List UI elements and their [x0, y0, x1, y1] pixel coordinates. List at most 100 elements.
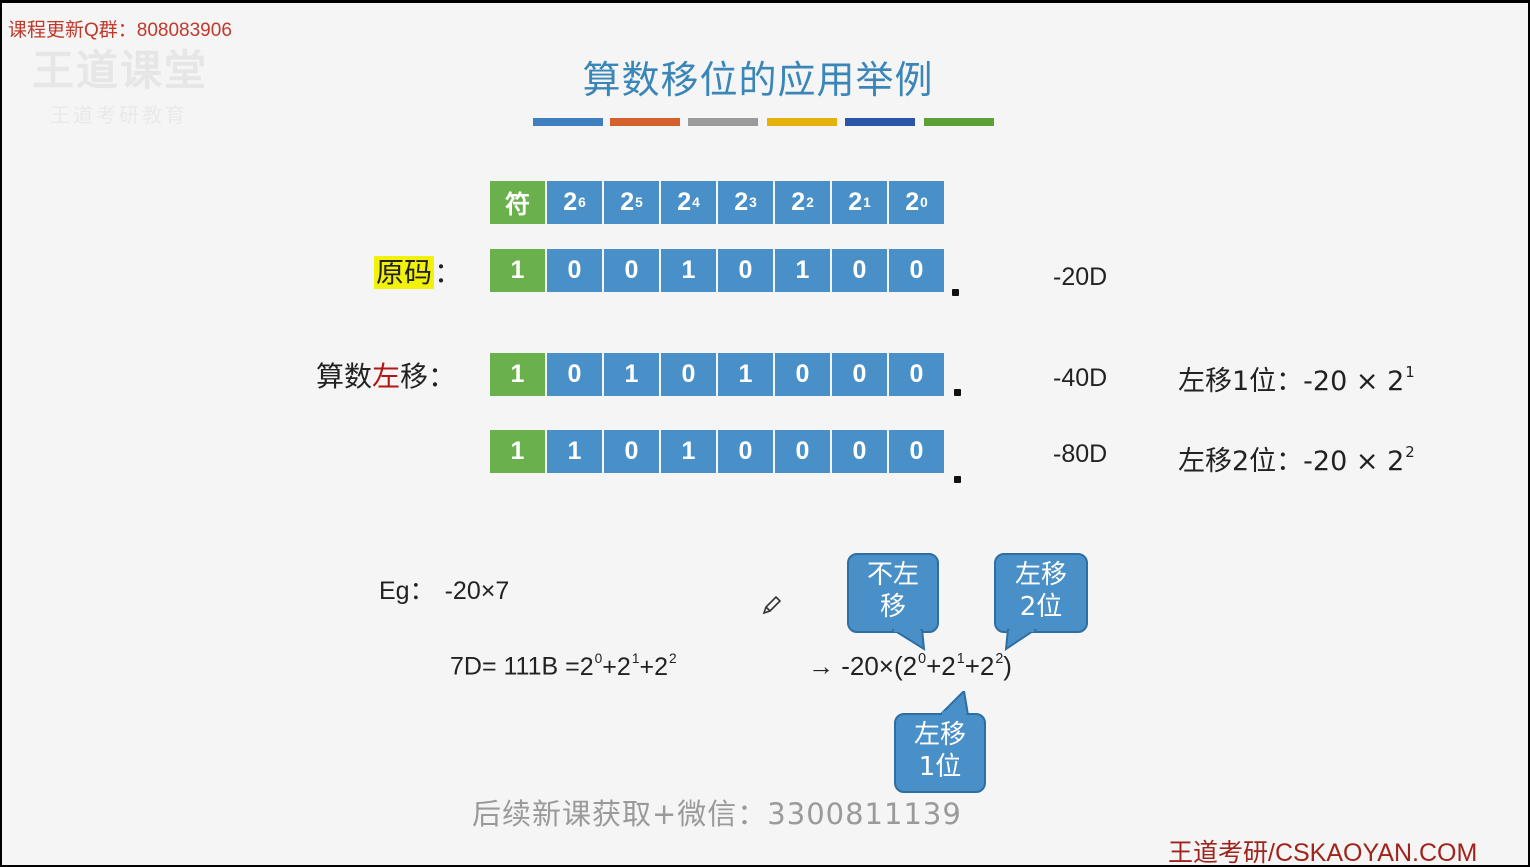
weight-header-cell: 24	[661, 181, 716, 224]
bit-cell: 0	[775, 353, 830, 396]
bit-cell: 0	[604, 249, 659, 292]
shift1-decimal: -40D	[1053, 364, 1108, 392]
shift2-bits-row: 11010000	[490, 430, 950, 473]
plus-sign: +	[926, 651, 942, 682]
power-exponent: 2	[668, 651, 677, 666]
bit-cell: 0	[718, 430, 773, 473]
power-exponent: 0	[918, 651, 927, 667]
row-dot	[952, 289, 959, 296]
close-paren: )	[1003, 651, 1012, 682]
bit-weight-header: 符26252423222120	[490, 181, 950, 224]
shift1-note-text: 左移1位：-20 × 2	[1178, 366, 1405, 397]
sign-bit-cell: 1	[490, 430, 545, 473]
slide-title: 算数移位的应用举例	[582, 58, 934, 102]
power-base: 2	[616, 652, 631, 681]
bit-cell: 1	[775, 249, 830, 292]
bit-cell: 0	[604, 430, 659, 473]
arith-left-shift-label: 算数左移：	[316, 355, 456, 395]
plus-sign: +	[964, 651, 980, 682]
bit-cell: 0	[547, 249, 602, 292]
wechat-watermark: 后续新课获取+微信：3300811139	[472, 797, 962, 831]
arrow-expression: → -20×(	[808, 651, 903, 682]
callout-shift1: 左移 1位	[894, 713, 986, 793]
color-bar	[845, 118, 915, 126]
callout-no-shift: 不左 移	[847, 553, 939, 633]
original-bits-row: 10010100	[490, 249, 950, 292]
expanded-terms: 20+21+22	[903, 651, 1004, 681]
original-decimal: -20D	[1053, 263, 1108, 291]
weight-header-cell: 23	[718, 181, 773, 224]
bit-cell: 0	[832, 249, 887, 292]
label-part-yi: 移：	[400, 360, 457, 393]
bit-cell: 0	[889, 430, 944, 473]
label-part-zuo: 左	[372, 360, 401, 393]
pencil-icon[interactable]	[760, 593, 784, 617]
callout-pointer	[938, 691, 970, 715]
sign-header-cell: 符	[490, 181, 545, 224]
weight-header-cell: 20	[889, 181, 944, 224]
eg-label: Eg：	[379, 577, 435, 605]
callout-line: 左移	[1014, 560, 1067, 590]
callout-shift2: 左移 2位	[994, 553, 1088, 633]
sign-bit-cell: 1	[490, 249, 545, 292]
eg-expression: -20×7	[444, 577, 510, 605]
bit-cell: 1	[718, 353, 773, 396]
power-exponent: 1	[956, 651, 965, 667]
decomp-lhs: 7D= 111B =	[450, 652, 580, 681]
shift2-note-exp: 2	[1405, 443, 1415, 462]
original-code-label: 原码：	[374, 251, 462, 291]
power-base: 2	[579, 652, 594, 681]
bit-cell: 1	[661, 430, 716, 473]
shift2-decimal: -80D	[1053, 440, 1108, 468]
sign-bit-cell: 1	[490, 353, 545, 396]
decomposition-formula: 7D= 111B =20+21+22	[450, 651, 677, 682]
original-code-highlight: 原码	[374, 256, 435, 289]
decomp-terms: 20+21+22	[579, 651, 677, 681]
bit-cell: 0	[832, 430, 887, 473]
shift1-bits-row: 10101000	[490, 353, 950, 396]
weight-header-cell: 25	[604, 181, 659, 224]
original-code-colon: ：	[434, 256, 463, 289]
power-base: 2	[941, 651, 956, 682]
bit-cell: 0	[775, 430, 830, 473]
color-bar	[610, 118, 680, 126]
bit-cell: 0	[547, 353, 602, 396]
color-bar	[688, 118, 758, 126]
label-part-suanshu: 算数	[316, 360, 373, 393]
bit-cell: 0	[832, 353, 887, 396]
plus-sign: +	[602, 652, 617, 681]
row-dot	[954, 389, 961, 396]
weight-header-cell: 22	[775, 181, 830, 224]
plus-sign: +	[639, 652, 655, 681]
color-bar	[924, 118, 994, 126]
brand-footer: 王道考研/CSKAOYAN.COM	[1168, 839, 1478, 865]
callout-pointer	[1004, 629, 1038, 652]
callout-line: 2位	[1019, 592, 1063, 622]
bit-cell: 1	[604, 353, 659, 396]
bit-cell: 1	[547, 430, 602, 473]
shift2-note: 左移2位：-20 × 22	[1178, 439, 1415, 478]
power-base: 2	[979, 651, 995, 682]
color-bar	[533, 118, 603, 126]
example-line: Eg： -20×7	[379, 571, 509, 607]
power-base: 2	[902, 651, 918, 682]
color-bar	[767, 118, 837, 126]
callout-line: 左移	[913, 720, 966, 750]
bit-cell: 0	[718, 249, 773, 292]
expanded-formula: → -20×(20+21+22)	[808, 651, 1012, 682]
bit-cell: 0	[889, 353, 944, 396]
callout-line: 不左	[866, 560, 919, 590]
weight-header-cell: 21	[832, 181, 887, 224]
slide: 课程更新Q群：808083906 王道课堂 王道考研教育 算数移位的应用举例 符…	[2, 3, 1528, 865]
shift2-note-text: 左移2位：-20 × 2	[1178, 446, 1405, 477]
shift1-note: 左移1位：-20 × 21	[1178, 359, 1415, 398]
bit-cell: 0	[661, 353, 716, 396]
bit-cell: 1	[661, 249, 716, 292]
row-dot	[954, 476, 961, 483]
callout-line: 移	[879, 592, 906, 622]
power-base: 2	[654, 652, 668, 681]
callout-pointer	[892, 629, 926, 651]
shift1-note-exp: 1	[1405, 363, 1415, 382]
bit-cell: 0	[889, 249, 944, 292]
weight-header-cell: 26	[547, 181, 602, 224]
